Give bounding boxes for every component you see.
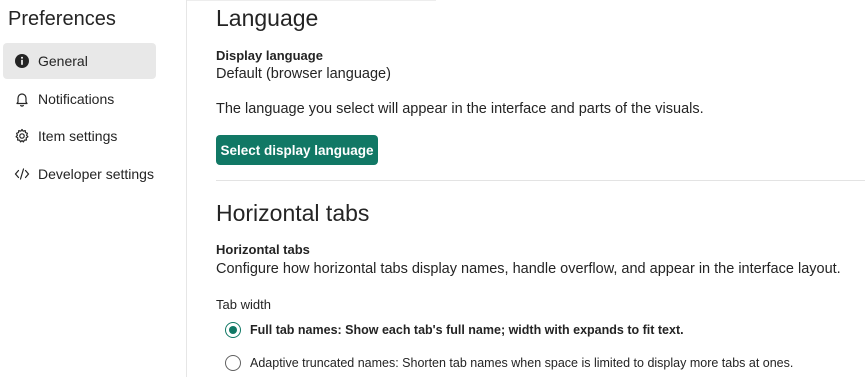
bell-icon xyxy=(14,91,30,107)
horizontal-tabs-section-title: Horizontal tabs xyxy=(216,200,370,226)
info-icon xyxy=(14,53,30,69)
language-section-title: Language xyxy=(216,5,319,31)
select-display-language-button[interactable]: Select display language xyxy=(216,135,378,165)
horizontal-tabs-label: Horizontal tabs xyxy=(216,242,310,257)
section-divider xyxy=(216,180,865,181)
top-divider xyxy=(186,0,436,1)
sidebar-title: Preferences xyxy=(8,8,116,30)
radio-button-checked[interactable] xyxy=(225,322,241,338)
language-description: The language you select will appear in t… xyxy=(216,101,704,117)
gear-icon xyxy=(14,128,30,144)
radio-button-unchecked[interactable] xyxy=(225,355,241,371)
sidebar-item-label: Notifications xyxy=(38,91,115,107)
tab-width-label: Tab width xyxy=(216,297,271,312)
tab-width-option-adaptive[interactable]: Adaptive truncated names: Shorten tab na… xyxy=(225,355,793,371)
sidebar-item-notifications[interactable]: Notifications xyxy=(3,81,156,117)
sidebar-item-general[interactable]: General xyxy=(3,43,156,79)
tab-width-option-full[interactable]: Full tab names: Show each tab's full nam… xyxy=(225,322,684,338)
sidebar-item-label: Item settings xyxy=(38,128,118,144)
radio-option-label: Full tab names: Show each tab's full nam… xyxy=(250,323,684,337)
horizontal-tabs-description: Configure how horizontal tabs display na… xyxy=(216,261,841,277)
display-language-value: Default (browser language) xyxy=(216,66,391,82)
sidebar-item-label: Developer settings xyxy=(38,166,154,182)
sidebar-item-label: General xyxy=(38,53,88,69)
sidebar-item-developer-settings[interactable]: Developer settings xyxy=(3,156,156,192)
display-language-label: Display language xyxy=(216,48,323,63)
sidebar-item-item-settings[interactable]: Item settings xyxy=(3,118,156,154)
sidebar: Preferences General Notifications Item s… xyxy=(0,0,187,377)
radio-option-label: Adaptive truncated names: Shorten tab na… xyxy=(250,356,794,370)
code-icon xyxy=(14,166,30,182)
